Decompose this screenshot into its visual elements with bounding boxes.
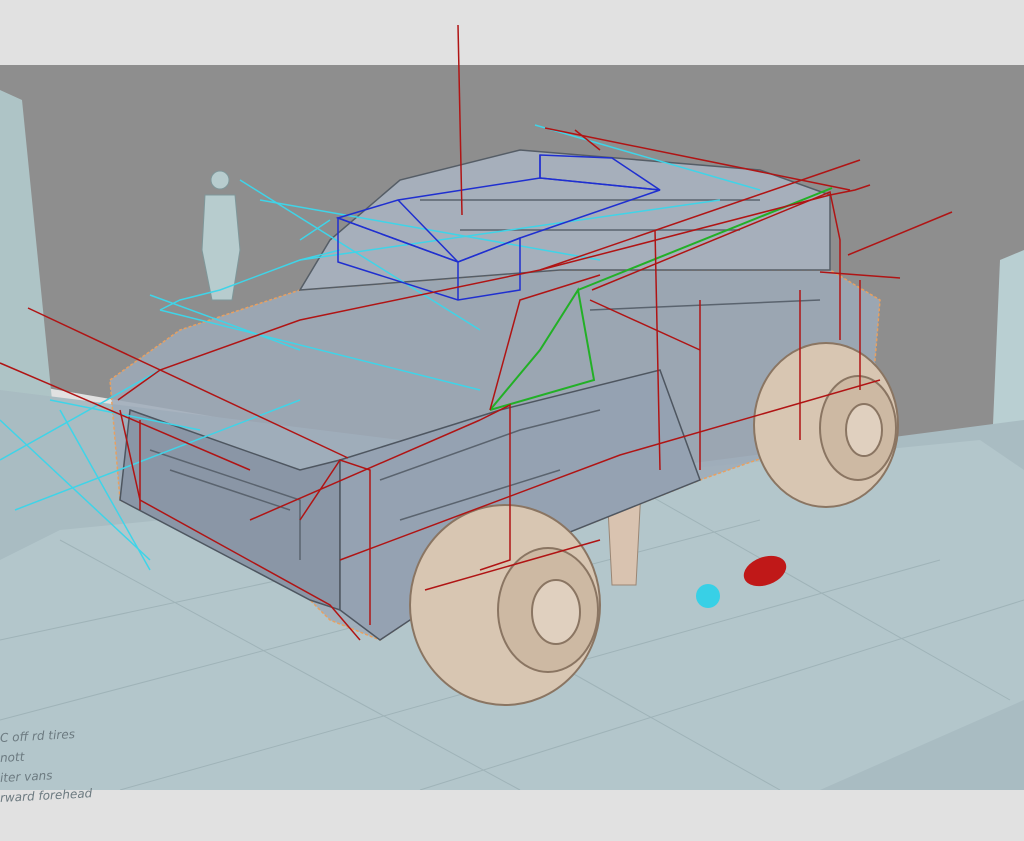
front-tire xyxy=(409,504,601,706)
marker-cyan[interactable] xyxy=(696,584,720,608)
handwritten-notes: C off rd tires nott iter vans rward fore… xyxy=(0,727,140,818)
bottom-margin xyxy=(0,790,1024,841)
rear-tire xyxy=(753,342,899,508)
3d-viewport[interactable] xyxy=(0,0,1024,841)
